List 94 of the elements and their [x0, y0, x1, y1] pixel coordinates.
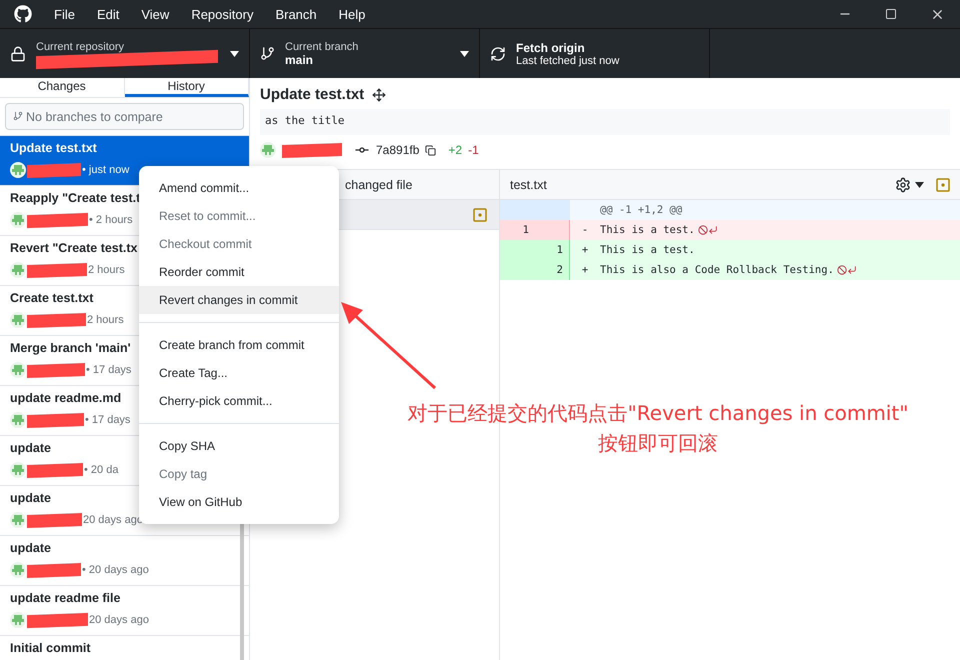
commit-heading: Update test.txt — [260, 86, 364, 103]
repository-label: Current repository — [36, 41, 126, 53]
deletions-count: -1 — [468, 143, 479, 157]
avatar-icon — [10, 612, 26, 628]
commit-title: update readme.md — [10, 391, 122, 407]
commit-message: as the title — [260, 109, 950, 135]
avatar-icon — [10, 312, 26, 328]
avatar-icon — [260, 142, 276, 158]
annotation-text: 对于已经提交的代码点击"Revert changes in commit" — [406, 400, 910, 427]
commit-time: 2 hours — [87, 314, 124, 326]
modified-file-icon — [936, 178, 950, 192]
sidebar-tab[interactable]: History — [124, 78, 249, 97]
copy-icon[interactable] — [425, 144, 436, 156]
redaction-mark — [27, 412, 84, 428]
caret-icon — [915, 182, 924, 188]
avatar-icon — [10, 562, 26, 578]
compare-branch-field[interactable]: No branches to compare — [5, 103, 244, 130]
commit-title: Revert "Create test.tx — [10, 241, 138, 257]
commit-time: • just now — [82, 164, 130, 176]
avatar-icon — [10, 362, 26, 378]
code-line: This is also a Code Rollback Testing. — [600, 264, 834, 276]
commit-time: • 17 days — [85, 414, 130, 426]
commit-time: • 20 days ago — [82, 564, 149, 576]
redaction-mark — [27, 612, 88, 628]
line-gutter — [535, 200, 570, 220]
commit-sha: 7a891fb — [376, 143, 420, 157]
branch-name: main — [285, 52, 314, 66]
menu-item[interactable]: Edit — [96, 6, 120, 22]
line-number: 1 — [500, 220, 535, 240]
commit-title: update — [10, 541, 51, 557]
diff-sign: - — [580, 224, 590, 236]
code-line: This is a test. — [600, 244, 695, 256]
commit-title: Update test.txt — [10, 141, 97, 157]
maximize-icon — [885, 8, 897, 20]
menu-option[interactable]: Revert changes in commit — [139, 286, 339, 314]
redaction-mark — [27, 212, 88, 228]
commit-title: Reapply "Create test.t — [10, 191, 140, 207]
hunk-header: @@ -1 +1,2 @@ — [599, 204, 682, 216]
commit-title: Create test.txt — [10, 291, 94, 307]
no-newline-icon — [698, 225, 718, 235]
fetch-title: Fetch origin — [516, 40, 586, 54]
commit-time: 20 days ago — [89, 614, 149, 626]
menu-item[interactable]: Help — [338, 6, 366, 22]
diff-sign: + — [580, 244, 590, 256]
settings-icon[interactable] — [895, 176, 911, 192]
redaction-mark — [282, 142, 342, 158]
redaction-mark — [27, 512, 82, 528]
line-number: 1 — [535, 240, 570, 260]
modified-file-icon — [473, 208, 487, 222]
line-number: 2 — [535, 260, 570, 280]
menu-item[interactable]: Branch — [275, 6, 317, 22]
menu-item[interactable]: View — [141, 6, 170, 22]
menu-item[interactable]: File — [54, 6, 75, 22]
menu-item[interactable]: Repository — [191, 6, 254, 22]
commit-time: • 17 days — [86, 364, 132, 376]
avatar-icon — [10, 262, 26, 278]
annotation-text: 按钮即可回滚 — [597, 430, 719, 457]
avatar-icon — [10, 412, 26, 428]
branch-label: Current branch — [285, 40, 360, 52]
redaction-mark — [27, 362, 85, 378]
branch-icon — [13, 111, 23, 121]
line-gutter — [535, 220, 570, 240]
diff-sign: + — [580, 264, 590, 276]
avatar-icon — [10, 212, 26, 228]
additions-count: +2 — [448, 143, 462, 157]
line-gutter — [500, 200, 535, 220]
commit-title: update — [10, 441, 51, 457]
no-newline-icon — [836, 265, 857, 275]
code-line: This is a test. — [600, 224, 695, 236]
avatar-icon — [10, 462, 26, 478]
diff-file-name: test.txt — [510, 178, 547, 192]
commit-title: update readme file — [10, 591, 120, 607]
sync-icon — [490, 46, 506, 62]
redaction-mark — [27, 462, 83, 478]
avatar-icon — [10, 512, 26, 528]
redaction-mark — [27, 262, 87, 278]
commit-time: • 2 hours — [89, 214, 133, 226]
redaction-mark — [27, 312, 86, 328]
caret-icon — [460, 50, 469, 56]
commit-time: • 20 da — [84, 464, 118, 476]
expand-icon[interactable] — [372, 88, 386, 102]
commit-time: 2 hours — [88, 264, 125, 276]
branch-icon — [260, 46, 275, 61]
redaction-mark — [27, 562, 81, 578]
caret-icon — [230, 50, 239, 56]
github-logo-icon — [14, 5, 32, 23]
commit-title: update — [10, 491, 51, 507]
fetch-status: Last fetched just now — [516, 54, 620, 66]
redaction-mark — [27, 162, 81, 178]
lock-icon — [10, 46, 26, 62]
commit-title: Merge branch 'main' — [10, 341, 131, 357]
avatar-icon — [10, 162, 26, 178]
commit-title: Initial commit — [10, 641, 91, 657]
changed-files-count: changed file — [345, 178, 412, 192]
